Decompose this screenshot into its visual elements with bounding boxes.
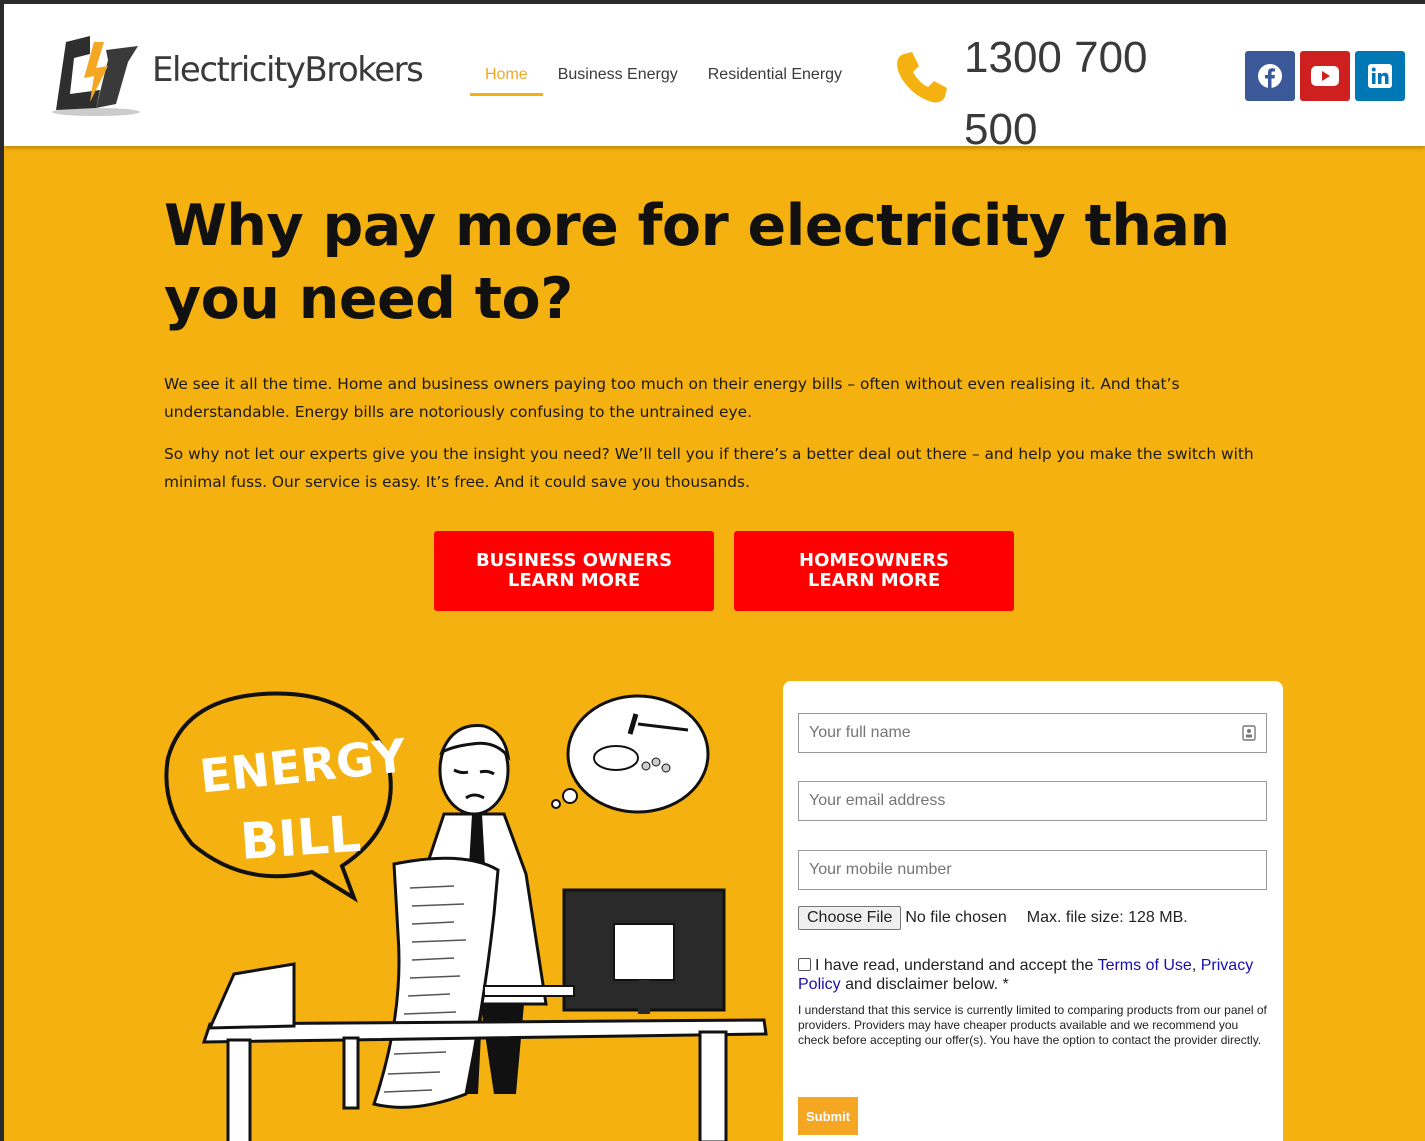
- phone-number[interactable]: 1300 700 500: [964, 22, 1164, 166]
- full-name-input[interactable]: Your full name: [798, 713, 1267, 753]
- bill-scroll: [372, 856, 500, 1109]
- email-input[interactable]: Your email address: [798, 781, 1267, 821]
- energy-bill-illustration: ENERGY BILL: [164, 691, 768, 1141]
- quote-form: Your full name Your email address Your m…: [783, 681, 1283, 1141]
- brand-logo-mark: [52, 36, 140, 116]
- terms-of-use-link[interactable]: Terms of Use: [1098, 957, 1192, 974]
- contact-card-icon[interactable]: [1242, 725, 1256, 741]
- email-placeholder: Your email address: [809, 792, 946, 809]
- file-upload-row: Choose File No file chosen Max. file siz…: [798, 906, 1188, 930]
- main-nav: Home Business Energy Residential Energy: [470, 60, 857, 96]
- home-cta-line1: HOMEOWNERS: [799, 550, 949, 571]
- disclaimer-text: I understand that this service is curren…: [798, 1003, 1267, 1047]
- nav-residential-energy[interactable]: Residential Energy: [693, 60, 857, 96]
- thought-bubble: [566, 694, 710, 814]
- intro-paragraph: We see it all the time. Home and busines…: [164, 375, 1180, 421]
- facebook-button[interactable]: [1245, 51, 1295, 101]
- nav-home[interactable]: Home: [470, 60, 543, 96]
- youtube-button[interactable]: [1300, 51, 1350, 101]
- brand-name: ElectricityBrokers: [152, 50, 424, 90]
- homeowners-button[interactable]: HOMEOWNERS LEARN MORE: [734, 531, 1014, 611]
- pitch-paragraph: So why not let our experts give you the …: [164, 445, 1254, 491]
- consent-text-prefix: I have read, understand and accept the: [815, 957, 1094, 974]
- home-cta-line2: LEARN MORE: [807, 570, 941, 591]
- linkedin-button[interactable]: [1355, 51, 1405, 101]
- full-name-placeholder: Your full name: [809, 724, 911, 741]
- submit-button[interactable]: Submit: [798, 1097, 858, 1135]
- file-size-limit: Max. file size: 128 MB.: [1026, 909, 1188, 926]
- business-cta-line2: LEARN MORE: [507, 570, 641, 591]
- mobile-input[interactable]: Your mobile number: [798, 850, 1267, 890]
- consent-comma: ,: [1191, 957, 1197, 974]
- consent-text-suffix: and disclaimer below. *: [845, 976, 1009, 993]
- page: ElectricityBrokers Home Business Energy …: [4, 4, 1425, 1141]
- consent-row: I have read, understand and accept the T…: [798, 956, 1268, 994]
- social-links: [1245, 51, 1405, 101]
- phone-icon[interactable]: [892, 48, 950, 106]
- file-status: No file chosen: [905, 909, 1007, 926]
- business-owners-button[interactable]: BUSINESS OWNERS LEARN MORE: [434, 531, 714, 611]
- business-cta-line1: BUSINESS OWNERS: [475, 550, 673, 571]
- nav-business-energy[interactable]: Business Energy: [543, 60, 693, 96]
- choose-file-button[interactable]: Choose File: [798, 906, 902, 930]
- site-header: ElectricityBrokers Home Business Energy …: [4, 4, 1425, 154]
- mobile-placeholder: Your mobile number: [809, 861, 952, 878]
- hero-title: Why pay more for electricity than you ne…: [164, 193, 1230, 332]
- facebook-icon: [1258, 64, 1282, 88]
- bubble-text-bill: BILL: [238, 805, 362, 871]
- linkedin-icon: [1368, 64, 1392, 88]
- consent-checkbox[interactable]: [798, 958, 811, 971]
- brand-logo[interactable]: ElectricityBrokers: [50, 32, 424, 122]
- bubble-text-energy: ENERGY: [197, 728, 409, 803]
- youtube-icon: [1311, 66, 1339, 86]
